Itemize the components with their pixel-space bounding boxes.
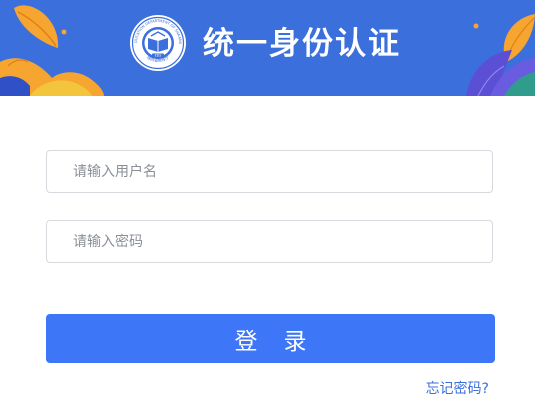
username-field[interactable] bbox=[46, 150, 493, 193]
forgot-password-link[interactable]: 忘记密码? bbox=[426, 378, 489, 398]
password-field[interactable] bbox=[46, 220, 493, 263]
login-button[interactable]: 登录 bbox=[46, 314, 495, 363]
header-banner: EDS EDUCATION DEPARTMENT OF SHAANXI 陕西省教… bbox=[0, 0, 535, 96]
page-title: 统一身份认证 bbox=[203, 26, 401, 62]
login-page: EDS EDUCATION DEPARTMENT OF SHAANXI 陕西省教… bbox=[0, 0, 535, 408]
password-input[interactable] bbox=[47, 221, 492, 262]
education-department-logo: EDS EDUCATION DEPARTMENT OF SHAANXI 陕西省教… bbox=[129, 14, 186, 71]
logo-badge: EDS bbox=[155, 54, 162, 58]
username-input[interactable] bbox=[47, 151, 492, 192]
